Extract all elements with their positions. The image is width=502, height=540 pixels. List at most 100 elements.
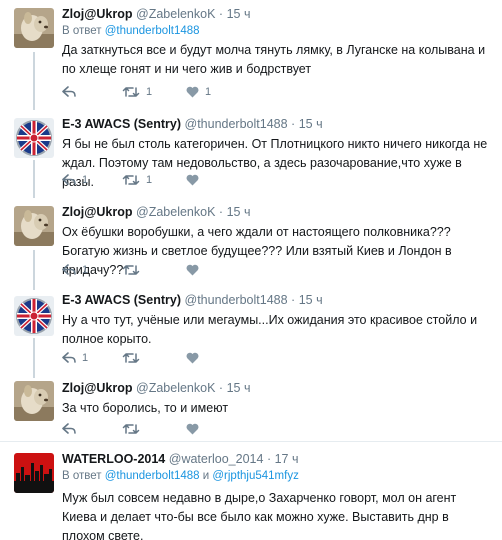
separator-dot: · [291, 117, 296, 131]
author-handle[interactable]: @thunderbolt1488 [185, 117, 288, 131]
tweet-actions: 1 [62, 262, 245, 278]
tweet-timestamp[interactable]: 15 ч [227, 381, 251, 395]
reply-context: В ответ @thunderbolt1488 и @rjpthju541mf… [62, 469, 494, 483]
tweet-header: E-3 AWACS (Sentry) @thunderbolt1488 · 15… [62, 292, 494, 308]
retweet-button[interactable] [122, 423, 156, 435]
heart-icon [186, 174, 199, 186]
reply-prefix: В ответ [62, 25, 105, 37]
author-handle[interactable]: @ZabelenkoK [136, 205, 215, 219]
retweet-button[interactable] [122, 352, 156, 364]
reply-count: 1 [82, 264, 89, 276]
reply-context: В ответ @thunderbolt1488 [62, 24, 494, 38]
avatar[interactable] [14, 381, 54, 421]
like-button[interactable] [186, 174, 215, 186]
tweet-header: Zloj@Ukrop @ZabelenkoK · 15 ч [62, 380, 494, 396]
separator-dot: · [218, 381, 224, 395]
reply-icon [62, 264, 76, 275]
separator-dot: · [218, 7, 224, 21]
tweet[interactable]: WATERLOO-2014 @waterloo_2014 · 17 ч В от… [0, 442, 502, 540]
tweet-actions [62, 421, 245, 437]
avatar[interactable] [14, 296, 54, 336]
union-jack-target-avatar-image [14, 118, 54, 158]
tweet-actions: 1 [62, 350, 245, 366]
like-button[interactable] [186, 352, 215, 364]
retweet-icon [122, 353, 140, 363]
separator-dot: · [266, 452, 272, 466]
tweet-timestamp[interactable]: 15 ч [299, 117, 323, 131]
tweet-timestamp[interactable]: 17 ч [275, 452, 299, 466]
reply-icon [62, 352, 76, 363]
retweet-button[interactable] [122, 264, 156, 276]
dog-avatar-image [14, 8, 54, 48]
dog-avatar-image [14, 206, 54, 246]
reply-joiner: и [199, 470, 213, 482]
like-button[interactable]: 1 [186, 86, 215, 98]
tweet-header: WATERLOO-2014 @waterloo_2014 · 17 ч [62, 451, 494, 467]
tweet-header: E-3 AWACS (Sentry) @thunderbolt1488 · 15… [62, 116, 494, 132]
author-name[interactable]: E-3 AWACS (Sentry) [62, 293, 181, 307]
like-button[interactable] [186, 264, 215, 276]
tweet[interactable]: Zloj@Ukrop @ZabelenkoK · 15 ч За что бор… [0, 378, 502, 440]
reply-to-link[interactable]: @rjpthju541mfyz [212, 470, 298, 482]
author-name[interactable]: Zloj@Ukrop [62, 7, 133, 21]
author-name[interactable]: Zloj@Ukrop [62, 205, 133, 219]
reply-icon [62, 174, 76, 185]
author-handle[interactable]: @waterloo_2014 [169, 452, 264, 466]
retweet-button[interactable]: 1 [122, 86, 156, 98]
avatar[interactable] [14, 206, 54, 246]
heart-icon [186, 423, 199, 435]
reply-button[interactable] [62, 423, 92, 435]
author-handle[interactable]: @thunderbolt1488 [185, 293, 288, 307]
tweet-timestamp[interactable]: 15 ч [299, 293, 323, 307]
tweet-text: Муж был совсем недавно в дыре,о Захарчен… [62, 491, 457, 540]
separator-dot: · [291, 293, 296, 307]
tweet[interactable]: E-3 AWACS (Sentry) @thunderbolt1488 · 15… [0, 290, 502, 378]
author-name[interactable]: WATERLOO-2014 [62, 452, 165, 466]
city-skyline-avatar-image [14, 453, 54, 493]
tweet-actions: 1 1 [62, 172, 245, 188]
reply-icon [62, 423, 76, 434]
retweet-count: 1 [146, 86, 153, 98]
reply-button[interactable]: 1 [62, 264, 92, 276]
avatar[interactable] [14, 453, 54, 493]
retweet-icon [122, 265, 140, 275]
tweet-header: Zloj@Ukrop @ZabelenkoK · 15 ч [62, 6, 494, 22]
author-handle[interactable]: @ZabelenkoK [136, 7, 215, 21]
retweet-icon [122, 424, 140, 434]
tweet[interactable]: E-3 AWACS (Sentry) @thunderbolt1488 · 15… [0, 110, 502, 198]
conversation-thread: Zloj@Ukrop @ZabelenkoK · 15 ч В ответ @t… [0, 0, 502, 540]
reply-prefix: В ответ [62, 470, 105, 482]
reply-button[interactable]: 1 [62, 352, 92, 364]
union-jack-target-avatar-image [14, 296, 54, 336]
dog-avatar-image [14, 381, 54, 421]
tweet-timestamp[interactable]: 15 ч [227, 7, 251, 21]
retweet-button[interactable]: 1 [122, 174, 156, 186]
tweet-header: Zloj@Ukrop @ZabelenkoK · 15 ч [62, 204, 494, 220]
retweet-icon [122, 87, 140, 97]
reply-button[interactable] [62, 86, 92, 98]
reply-count: 1 [82, 352, 89, 364]
like-button[interactable] [186, 423, 215, 435]
avatar[interactable] [14, 8, 54, 48]
retweet-icon [122, 175, 140, 185]
tweet-text: Да заткнуться все и будут молча тянуть л… [62, 43, 486, 76]
heart-icon [186, 86, 199, 98]
author-handle[interactable]: @ZabelenkoK [136, 381, 215, 395]
reply-to-link[interactable]: @thunderbolt1488 [105, 25, 200, 37]
author-name[interactable]: Zloj@Ukrop [62, 381, 133, 395]
author-name[interactable]: E-3 AWACS (Sentry) [62, 117, 181, 131]
reply-button[interactable]: 1 [62, 174, 92, 186]
avatar[interactable] [14, 118, 54, 158]
tweet-timestamp[interactable]: 15 ч [227, 205, 251, 219]
like-count: 1 [205, 86, 212, 98]
tweet[interactable]: Zloj@Ukrop @ZabelenkoK · 15 ч Ох ёбушки … [0, 198, 502, 290]
tweet[interactable]: Zloj@Ukrop @ZabelenkoK · 15 ч В ответ @t… [0, 0, 502, 110]
tweet-actions: 1 1 [62, 84, 245, 100]
separator-dot: · [218, 205, 224, 219]
reply-count: 1 [82, 174, 89, 186]
retweet-count: 1 [146, 174, 153, 186]
reply-to-link[interactable]: @thunderbolt1488 [105, 470, 200, 482]
reply-icon [62, 86, 76, 97]
tweet-text: Ну а что тут, учёные или мегаумы...Их ож… [62, 313, 478, 346]
heart-icon [186, 352, 199, 364]
